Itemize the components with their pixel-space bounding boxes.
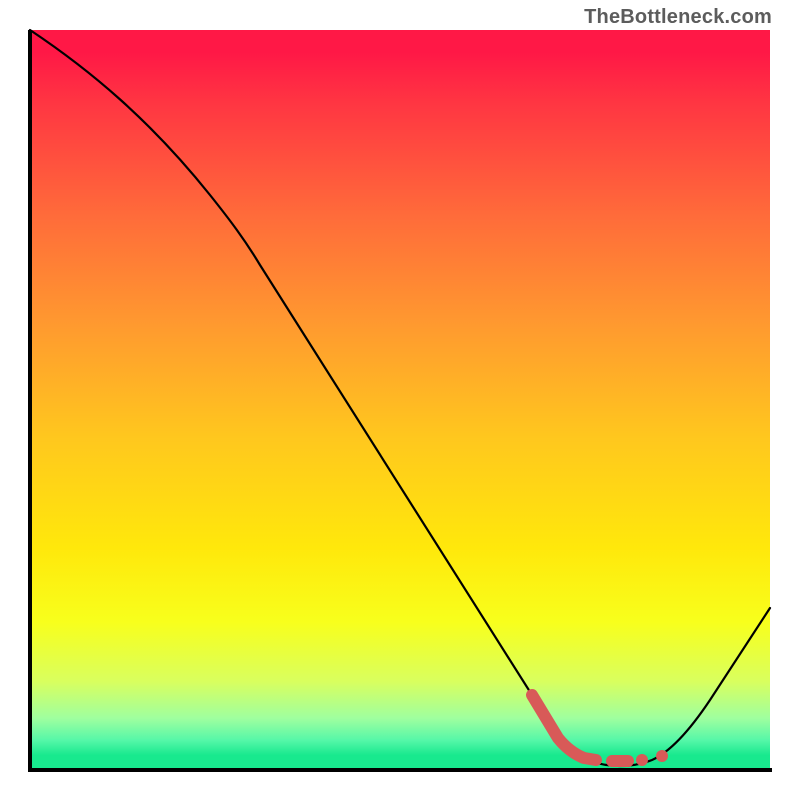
highlight-region — [532, 695, 596, 760]
highlight-dot-1 — [636, 754, 648, 766]
x-axis — [28, 768, 772, 772]
y-axis — [28, 30, 32, 772]
curve-layer — [30, 30, 770, 770]
highlight-dot-2 — [656, 750, 668, 762]
watermark-text: TheBottleneck.com — [584, 6, 772, 29]
bottleneck-curve — [30, 30, 770, 766]
chart-container: TheBottleneck.com — [0, 0, 800, 800]
